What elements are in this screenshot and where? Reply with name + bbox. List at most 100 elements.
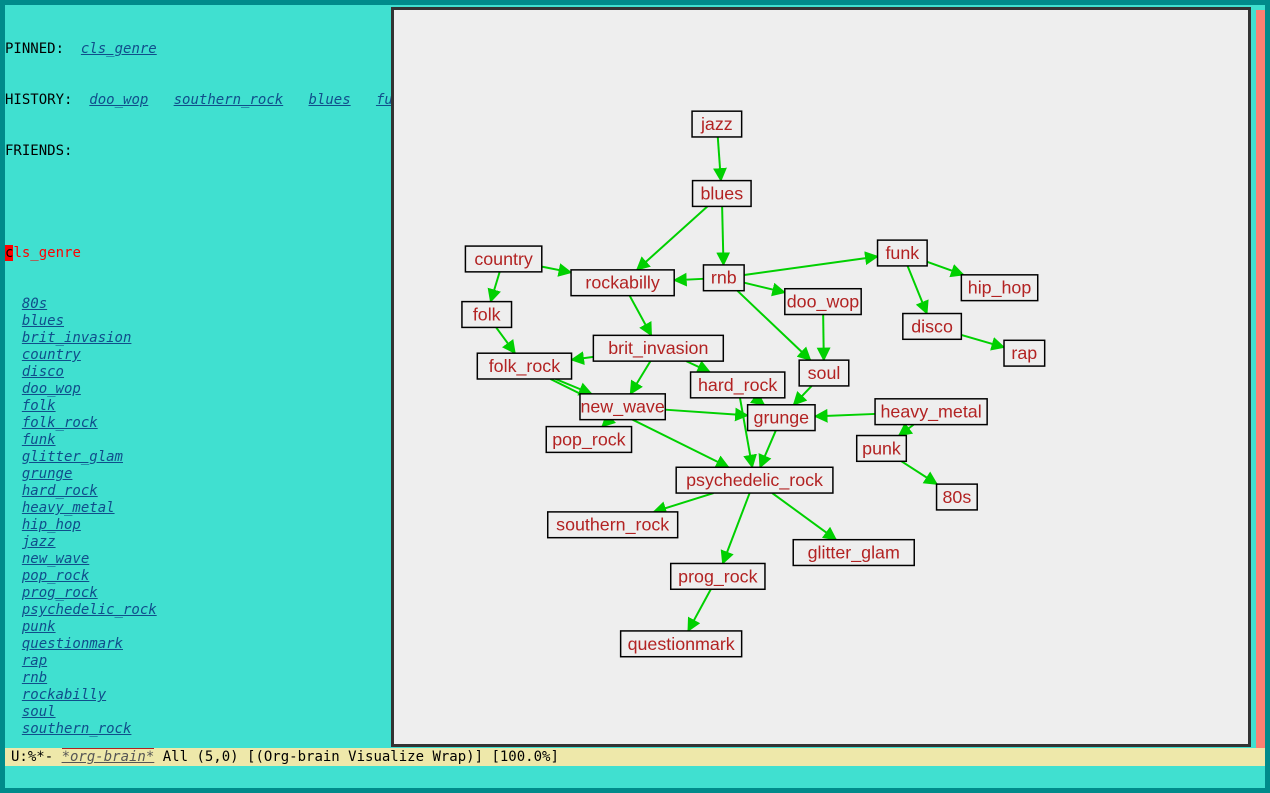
current-node: cls_genre xyxy=(5,245,385,262)
svg-text:soul: soul xyxy=(808,363,841,383)
graph-node-folk_rock[interactable]: folk_rock xyxy=(477,353,571,379)
graph-edge xyxy=(902,461,937,484)
graph-node-jazz[interactable]: jazz xyxy=(692,111,742,137)
history-row: HISTORY: doo_wop southern_rock blues fun… xyxy=(5,92,385,109)
graph-edge xyxy=(630,296,652,336)
graph-node-doo_wop[interactable]: doo_wop xyxy=(785,289,861,315)
child-link[interactable]: pop_rock xyxy=(22,568,89,584)
svg-text:brit_invasion: brit_invasion xyxy=(608,338,708,359)
graph-node-rnb[interactable]: rnb xyxy=(703,265,744,291)
graph-edge xyxy=(542,267,571,273)
graph-node-soul[interactable]: soul xyxy=(799,360,849,386)
graph-edge xyxy=(744,283,785,293)
pinned-row: PINNED: cls_genre xyxy=(5,41,385,58)
graph-edge xyxy=(823,315,824,361)
svg-text:rnb: rnb xyxy=(711,268,737,288)
graph-edge xyxy=(718,137,721,181)
graph-node-disco[interactable]: disco xyxy=(903,314,962,340)
child-link[interactable]: hard_rock xyxy=(22,483,98,499)
graph-node-80s[interactable]: 80s xyxy=(937,484,978,510)
child-link[interactable]: heavy_metal xyxy=(22,500,115,516)
friends-row: FRIENDS: xyxy=(5,143,385,160)
child-link[interactable]: southern_rock xyxy=(22,721,132,737)
graph-node-questionmark[interactable]: questionmark xyxy=(621,631,742,657)
graph-edge xyxy=(637,206,708,269)
modeline-left: U:%*- xyxy=(11,749,62,765)
child-link[interactable]: prog_rock xyxy=(22,585,98,601)
child-link[interactable]: rockabilly xyxy=(22,687,106,703)
svg-text:glitter_glam: glitter_glam xyxy=(808,543,900,564)
graph-node-psychedelic_rock[interactable]: psychedelic_rock xyxy=(676,467,833,493)
graph-node-pop_rock[interactable]: pop_rock xyxy=(546,427,631,453)
graph-edge xyxy=(496,327,515,353)
graph-node-prog_rock[interactable]: prog_rock xyxy=(671,563,765,589)
graph-edge xyxy=(722,206,723,265)
svg-text:new_wave: new_wave xyxy=(580,397,664,418)
svg-text:rap: rap xyxy=(1011,343,1037,363)
graph-node-punk[interactable]: punk xyxy=(857,436,907,462)
svg-text:psychedelic_rock: psychedelic_rock xyxy=(686,470,823,491)
graph-node-new_wave[interactable]: new_wave xyxy=(580,394,665,420)
history-item[interactable]: doo_wop xyxy=(89,92,148,108)
svg-text:questionmark: questionmark xyxy=(628,634,735,654)
graph-node-heavy_metal[interactable]: heavy_metal xyxy=(875,399,987,425)
graph-edge xyxy=(674,279,703,280)
svg-text:southern_rock: southern_rock xyxy=(556,515,669,536)
child-link[interactable]: grunge xyxy=(22,466,73,482)
graph-edge xyxy=(665,410,747,416)
svg-text:folk_rock: folk_rock xyxy=(489,356,560,377)
graph-edge xyxy=(927,262,963,275)
svg-text:hard_rock: hard_rock xyxy=(698,375,777,396)
graph-node-folk[interactable]: folk xyxy=(462,302,512,328)
graph-node-southern_rock[interactable]: southern_rock xyxy=(548,512,678,538)
graph-node-blues[interactable]: blues xyxy=(693,181,752,207)
child-link[interactable]: hip_hop xyxy=(22,517,81,533)
children-list: 80sbluesbrit_invasioncountrydiscodoo_wop… xyxy=(5,296,385,738)
graph-edge xyxy=(794,386,812,405)
svg-text:blues: blues xyxy=(700,183,743,203)
pinned-item[interactable]: cls_genre xyxy=(81,41,157,57)
minibuffer[interactable] xyxy=(5,766,1265,788)
child-link[interactable]: doo_wop xyxy=(22,381,81,397)
graph-edge xyxy=(899,425,914,436)
graph-edge xyxy=(755,398,764,405)
graph-edge xyxy=(556,379,592,394)
child-link[interactable]: rnb xyxy=(22,670,47,686)
child-link[interactable]: blues xyxy=(22,313,64,329)
child-link[interactable]: disco xyxy=(22,364,64,380)
child-link[interactable]: glitter_glam xyxy=(22,449,123,465)
graph-edge xyxy=(760,431,776,468)
svg-text:80s: 80s xyxy=(942,487,971,507)
modeline-buffer[interactable]: *org-brain* xyxy=(62,748,155,765)
svg-text:doo_wop: doo_wop xyxy=(787,292,860,313)
graph-node-hip_hop[interactable]: hip_hop xyxy=(961,275,1037,301)
child-link[interactable]: new_wave xyxy=(22,551,89,567)
graph-node-glitter_glam[interactable]: glitter_glam xyxy=(793,540,914,566)
org-brain-text-panel: PINNED: cls_genre HISTORY: doo_wop south… xyxy=(5,5,385,748)
child-link[interactable]: soul xyxy=(22,704,56,720)
svg-text:funk: funk xyxy=(885,243,919,263)
history-item[interactable]: blues xyxy=(308,92,350,108)
child-link[interactable]: rap xyxy=(22,653,47,669)
history-item[interactable]: southern_rock xyxy=(174,92,284,108)
child-link[interactable]: folk xyxy=(22,398,56,414)
graph-edge xyxy=(686,361,710,372)
child-link[interactable]: punk xyxy=(22,619,56,635)
child-link[interactable]: questionmark xyxy=(22,636,123,652)
child-link[interactable]: 80s xyxy=(22,296,47,312)
child-link[interactable]: folk_rock xyxy=(22,415,98,431)
child-link[interactable]: country xyxy=(22,347,81,363)
graph-edge xyxy=(630,361,650,394)
graph-node-brit_invasion[interactable]: brit_invasion xyxy=(593,335,723,361)
graph-node-rap[interactable]: rap xyxy=(1004,340,1045,366)
child-link[interactable]: psychedelic_rock xyxy=(22,602,157,618)
graph-node-funk[interactable]: funk xyxy=(878,240,928,266)
child-link[interactable]: funk xyxy=(22,432,56,448)
graph-node-rockabilly[interactable]: rockabilly xyxy=(571,270,674,296)
graph-node-grunge[interactable]: grunge xyxy=(748,405,815,431)
child-link[interactable]: jazz xyxy=(22,534,56,550)
child-link[interactable]: brit_invasion xyxy=(22,330,132,346)
svg-text:grunge: grunge xyxy=(754,408,810,428)
graph-node-country[interactable]: country xyxy=(465,246,541,272)
graph-node-hard_rock[interactable]: hard_rock xyxy=(691,372,785,398)
